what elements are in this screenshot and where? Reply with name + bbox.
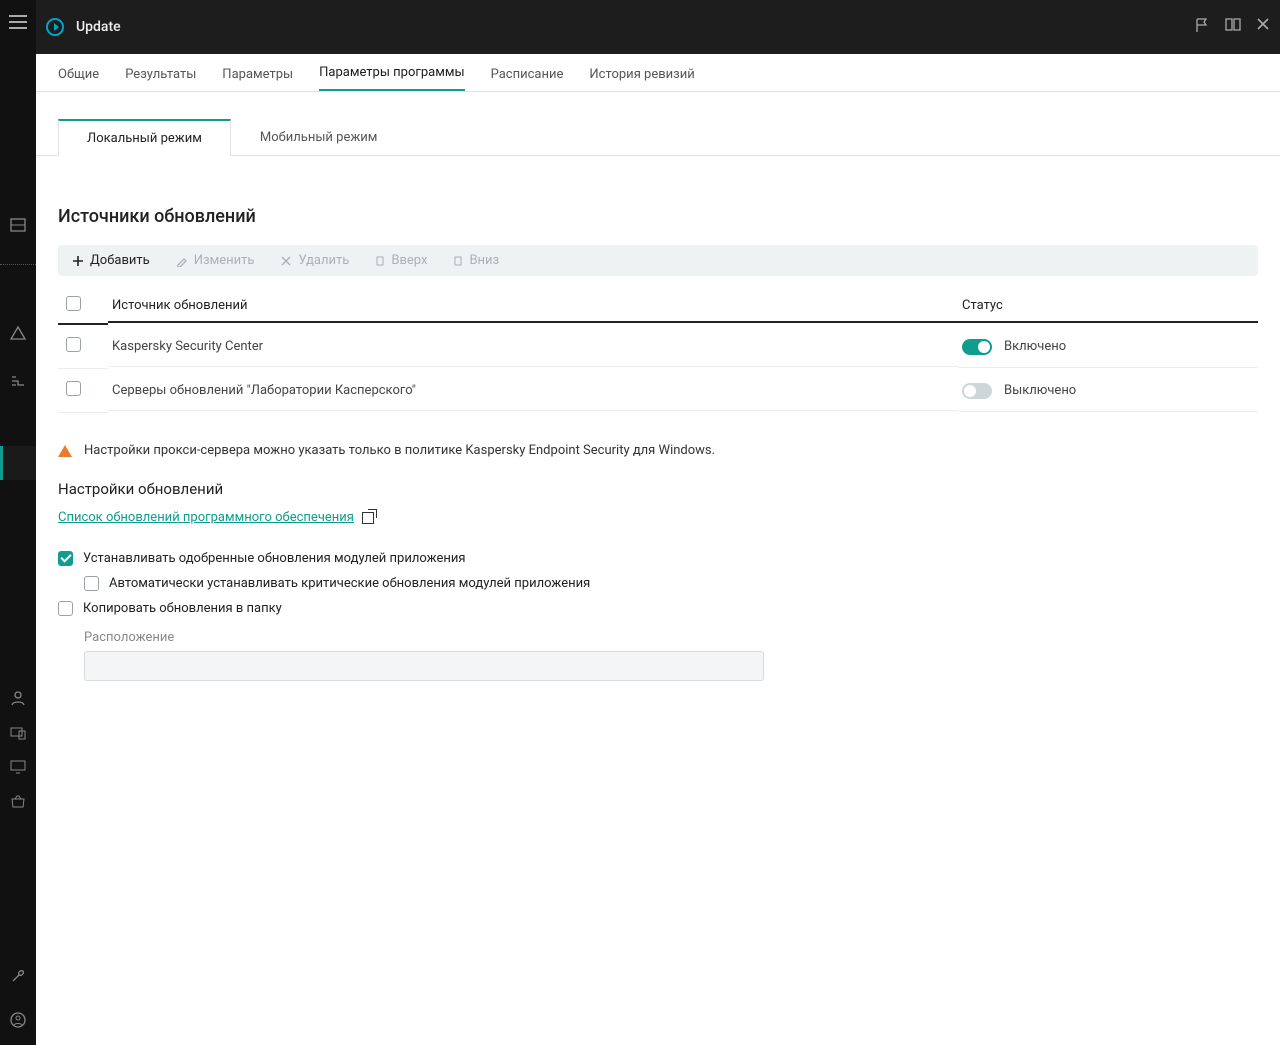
tab-parameters[interactable]: Параметры bbox=[222, 57, 293, 91]
location-input[interactable] bbox=[84, 651, 764, 681]
sources-toolbar: Добавить Изменить Удалить Вверх Вниз bbox=[58, 245, 1258, 276]
auto-critical-checkbox[interactable] bbox=[84, 576, 99, 591]
copy-to-folder-checkbox[interactable] bbox=[58, 601, 73, 616]
warning-icon bbox=[58, 445, 72, 457]
col-source-header[interactable]: Источник обновлений bbox=[108, 290, 958, 323]
sources-table: Источник обновлений Статус Kaspersky Sec… bbox=[58, 288, 1258, 413]
row-checkbox[interactable] bbox=[66, 337, 81, 352]
move-down-button[interactable]: Вниз bbox=[453, 253, 499, 268]
link-label: Список обновлений программного обеспечен… bbox=[58, 510, 354, 525]
edit-button[interactable]: Изменить bbox=[176, 253, 255, 268]
location-field-label: Расположение bbox=[84, 630, 1258, 645]
page-title: Update bbox=[76, 19, 121, 35]
copy-to-folder-label: Копировать обновления в папку bbox=[83, 601, 282, 616]
row-checkbox[interactable] bbox=[66, 381, 81, 396]
rail-tree-icon[interactable] bbox=[0, 366, 36, 396]
tab-general[interactable]: Общие bbox=[58, 57, 99, 91]
external-link-icon bbox=[362, 512, 374, 524]
rail-active-indicator bbox=[0, 446, 36, 480]
up-label: Вверх bbox=[391, 253, 427, 268]
table-row: Kaspersky Security Center Включено bbox=[58, 325, 1258, 369]
down-label: Вниз bbox=[469, 253, 499, 268]
approved-updates-checkbox[interactable] bbox=[58, 551, 73, 566]
proxy-note-text: Настройки прокси-сервера можно указать т… bbox=[84, 443, 715, 458]
status-toggle[interactable] bbox=[962, 339, 992, 355]
auto-critical-label: Автоматически устанавливать критические … bbox=[109, 576, 590, 591]
table-row: Серверы обновлений "Лаборатории Касперск… bbox=[58, 369, 1258, 413]
rail-alert-icon[interactable] bbox=[0, 318, 36, 348]
rail-panel-icon[interactable] bbox=[0, 210, 36, 240]
rail-monitor-icon[interactable] bbox=[10, 760, 26, 778]
approved-updates-label: Устанавливать одобренные обновления моду… bbox=[83, 551, 465, 566]
rail-divider bbox=[0, 264, 36, 294]
row-source-cell[interactable]: Kaspersky Security Center bbox=[108, 327, 958, 367]
tab-schedule[interactable]: Расписание bbox=[491, 57, 564, 91]
rail-account-icon[interactable] bbox=[0, 1005, 36, 1035]
update-settings-heading: Настройки обновлений bbox=[58, 480, 1258, 498]
rail-wrench-icon[interactable] bbox=[0, 961, 36, 991]
flag-icon[interactable] bbox=[1194, 17, 1210, 37]
rail-user-icon[interactable] bbox=[10, 690, 26, 710]
select-all-checkbox[interactable] bbox=[66, 296, 81, 311]
close-icon[interactable] bbox=[1256, 17, 1270, 37]
tab-app-parameters[interactable]: Параметры программы bbox=[319, 55, 464, 91]
status-label: Включено bbox=[1004, 339, 1066, 354]
subtab-mobile-mode[interactable]: Мобильный режим bbox=[231, 119, 407, 156]
add-label: Добавить bbox=[90, 253, 150, 268]
software-update-list-link[interactable]: Список обновлений программного обеспечен… bbox=[58, 510, 374, 525]
book-icon[interactable] bbox=[1224, 17, 1242, 37]
rail-devices-icon[interactable] bbox=[10, 726, 26, 744]
tab-revision-history[interactable]: История ревизий bbox=[589, 57, 694, 91]
delete-button[interactable]: Удалить bbox=[280, 253, 349, 268]
edit-label: Изменить bbox=[194, 253, 255, 268]
add-button[interactable]: Добавить bbox=[72, 253, 150, 268]
move-up-button[interactable]: Вверх bbox=[375, 253, 427, 268]
update-sources-heading: Источники обновлений bbox=[58, 206, 1258, 227]
status-toggle[interactable] bbox=[962, 383, 992, 399]
rail-basket-icon[interactable] bbox=[10, 794, 26, 812]
delete-label: Удалить bbox=[298, 253, 349, 268]
row-source-cell[interactable]: Серверы обновлений "Лаборатории Касперск… bbox=[108, 371, 958, 411]
col-status-header[interactable]: Статус bbox=[958, 290, 1258, 323]
subtab-local-mode[interactable]: Локальный режим bbox=[58, 119, 231, 156]
tab-results[interactable]: Результаты bbox=[125, 57, 196, 91]
hamburger-menu-button[interactable] bbox=[0, 4, 36, 40]
brand-icon bbox=[46, 18, 64, 36]
status-label: Выключено bbox=[1004, 383, 1076, 398]
